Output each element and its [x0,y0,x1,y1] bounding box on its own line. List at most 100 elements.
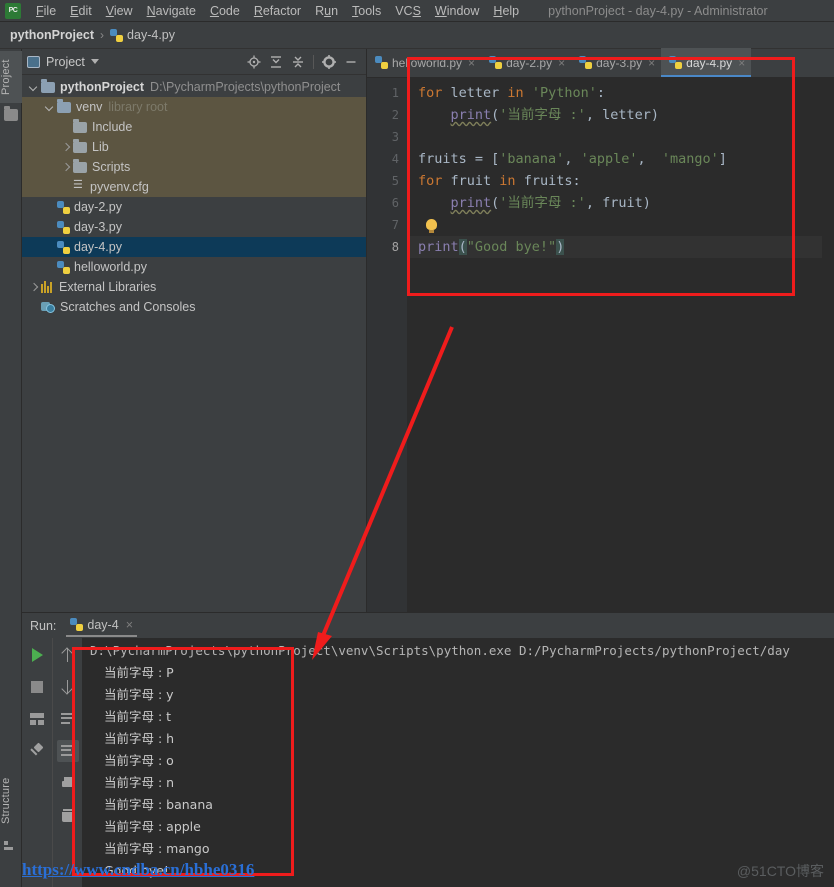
tree-node-label: pythonProject [60,80,145,94]
code-line-1[interactable]: for letter in 'Python': [410,82,834,104]
close-icon[interactable]: × [558,56,565,70]
chevron-down-icon[interactable] [44,102,55,113]
menu-item-run[interactable]: Run [308,0,345,22]
window-title: pythonProject - day-4.py - Administrator [548,3,768,18]
chevron-down-icon[interactable] [90,59,99,64]
tree-node-label: Include [92,120,133,134]
tree-node-pythonproject[interactable]: pythonProject D:\PycharmProjects\pythonPr… [22,77,366,97]
chevron-right-icon[interactable] [28,282,39,293]
menu-item-help[interactable]: Help [486,0,526,22]
tree-node-include[interactable]: Include [22,117,366,137]
console-line-5: 当前字母 : o [104,753,174,768]
pin-tab-button[interactable] [26,740,48,762]
tree-node-external-libraries[interactable]: External Libraries [22,277,366,297]
tree-node-label: Scratches and Consoles [60,300,196,314]
editor-scrollbar[interactable] [822,107,834,641]
intention-bulb-icon[interactable] [426,219,438,233]
code-editor[interactable]: 1 2 3 4 5 6 7 8 for letter in 'Python': print('… [367,78,834,641]
clear-all-button[interactable] [57,804,79,826]
project-folder-icon[interactable] [4,106,18,121]
menu-item-edit[interactable]: Edit [63,0,99,22]
menu-bar: PC File Edit View Navigate Code Refactor… [0,0,834,22]
chevron-down-icon[interactable] [28,82,39,93]
folder-icon [57,98,71,113]
editor-area: helloworld.py × day-2.py × day-3.py × day-4.py… [367,48,834,641]
toolbar-divider [313,54,314,69]
editor-tab-day-4-py[interactable]: day-4.py × [661,48,752,77]
breadcrumb-separator: › [100,28,105,42]
sidebar-item-structure[interactable]: Structure [0,767,22,835]
tree-node-pyvenv-cfg[interactable]: pyvenv.cfg [22,177,366,197]
menu-item-navigate[interactable]: Navigate [140,0,203,22]
python-file-icon [57,220,70,234]
menu-item-vcs[interactable]: VCS [388,0,428,22]
close-icon[interactable]: × [126,618,133,632]
line-number-2: 2 [391,108,399,122]
code-line-8[interactable]: print("Good bye!") [410,236,834,258]
scratches-icon [41,301,55,313]
project-panel-header: Project [22,49,366,75]
run-tool-window-header: Run: day-4 × [22,613,834,638]
breadcrumb-file[interactable]: day-4.py [127,28,175,42]
rerun-button[interactable] [26,644,48,666]
console-output[interactable]: D:\PycharmProjects\pythonProject\venv\Sc… [82,638,834,887]
tree-node-note: library root [108,100,168,114]
tree-node-day-2-py[interactable]: day-2.py [22,197,366,217]
menu-item-window[interactable]: Window [428,0,486,22]
tree-node-day-4-py[interactable]: day-4.py [22,237,366,257]
line-number-5: 5 [391,174,399,188]
editor-tab-day-3-py[interactable]: day-3.py × [571,48,661,77]
code-line-5[interactable]: for fruit in fruits: [410,170,834,192]
console-line-3: 当前字母 : t [104,709,172,724]
code-line-7[interactable] [410,214,834,236]
hide-panel-icon[interactable] [341,52,361,72]
print-button[interactable] [57,772,79,794]
tree-node-lib[interactable]: Lib [22,137,366,157]
menu-item-code[interactable]: Code [203,0,247,22]
code-line-6[interactable]: print('当前字母 :', fruit) [410,192,834,214]
code-line-2[interactable]: print('当前字母 :', letter) [410,104,834,126]
left-tool-strip: Project Structure Favorites [0,49,22,887]
tree-node-scratches-and-consoles[interactable]: Scratches and Consoles [22,297,366,317]
editor-tab-bar[interactable]: helloworld.py × day-2.py × day-3.py × day-4.py… [367,48,834,78]
tree-node-label: venv [76,100,103,114]
watermark-blog: @51CTO博客 [736,863,824,879]
code-lines[interactable]: for letter in 'Python': print('当前字母 :', … [410,78,834,612]
locate-icon[interactable] [244,52,264,72]
structure-icon[interactable] [4,839,18,851]
menu-item-refactor[interactable]: Refactor [247,0,308,22]
settings-gear-icon[interactable] [319,52,339,72]
sidebar-item-project[interactable]: Project [0,51,22,103]
scroll-to-end-button[interactable] [56,740,79,762]
collapse-all-icon[interactable] [266,52,286,72]
project-panel-toolbar [244,52,361,72]
chevron-right-icon[interactable] [60,162,71,173]
editor-tab-helloworld-py[interactable]: helloworld.py × [367,48,481,77]
down-the-stack-trace-button[interactable] [57,676,79,698]
close-icon[interactable]: × [738,56,745,70]
tree-node-venv[interactable]: venv library root [22,97,366,117]
console-line-6: 当前字母 : n [104,775,175,790]
close-icon[interactable]: × [648,56,655,70]
menu-item-view[interactable]: View [99,0,140,22]
editor-tab-day-2-py[interactable]: day-2.py × [481,48,571,77]
expand-all-icon[interactable] [288,52,308,72]
menu-item-tools[interactable]: Tools [345,0,388,22]
menu-item-file[interactable]: File [29,0,63,22]
run-tab-day4[interactable]: day-4 × [66,618,137,637]
breadcrumb-project[interactable]: pythonProject [10,28,94,42]
tree-node-day-3-py[interactable]: day-3.py [22,217,366,237]
code-line-4[interactable]: fruits = ['banana', 'apple', 'mango'] [410,148,834,170]
soft-wrap-button[interactable] [57,708,79,730]
project-tree[interactable]: pythonProject D:\PycharmProjects\pythonPr… [22,75,366,317]
tree-node-helloworld-py[interactable]: helloworld.py [22,257,366,277]
code-line-3[interactable] [410,126,834,148]
stop-button[interactable] [26,676,48,698]
window-layout-button[interactable] [26,708,48,730]
close-icon[interactable]: × [468,56,475,70]
chevron-right-icon[interactable] [60,142,71,153]
tree-node-scripts[interactable]: Scripts [22,157,366,177]
up-the-stack-trace-button[interactable] [57,644,79,666]
